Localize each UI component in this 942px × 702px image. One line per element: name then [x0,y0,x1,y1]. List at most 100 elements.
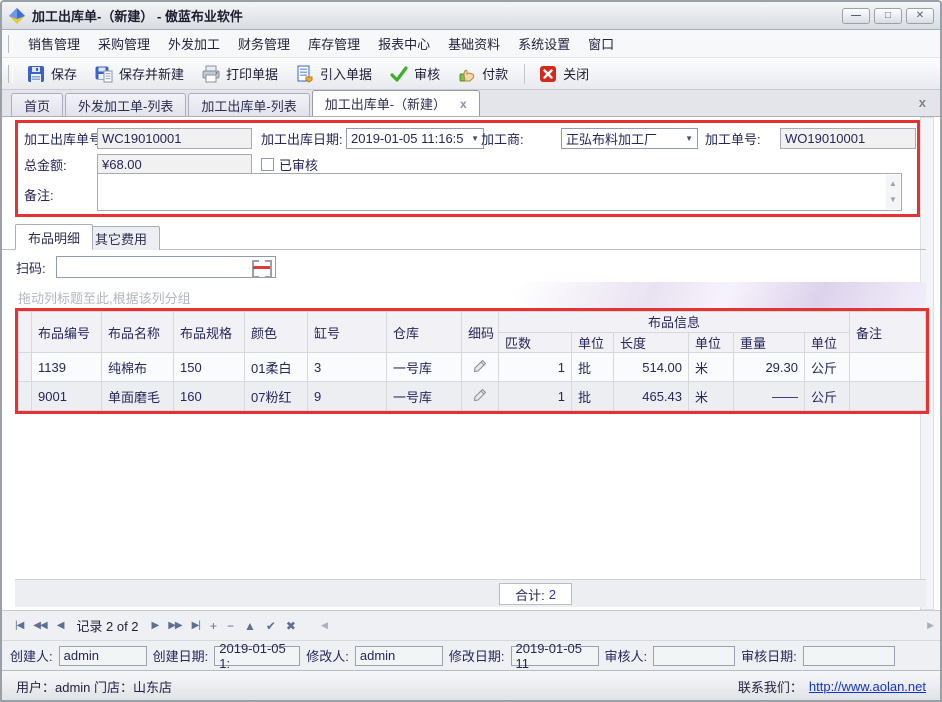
modify-date-field[interactable]: 2019-01-05 11 [511,646,599,666]
menu-basedata[interactable]: 基础资料 [439,30,509,57]
cell-code[interactable]: 9001 [32,382,102,411]
nav-next-icon[interactable]: ▶ [147,620,164,631]
nav-prev-page-icon[interactable]: ◀◀ [28,620,51,631]
audit-date-field[interactable] [803,646,895,666]
tab-close-icon[interactable]: x [460,97,467,111]
nav-edit-icon[interactable]: ▲ [239,619,261,633]
cell-weight-unit[interactable]: 公斤 [805,353,850,382]
cell-vat[interactable]: 3 [308,353,387,382]
tab-fabric-detail[interactable]: 布品明细 [15,224,93,250]
cell-warehouse[interactable]: 一号库 [387,382,462,411]
col-header-vat[interactable]: 缸号 [308,312,387,353]
col-header-spec[interactable]: 布品规格 [174,312,245,353]
col-header-pieces[interactable]: 匹数 [499,332,572,353]
nav-prev-icon[interactable]: ◀ [52,620,69,631]
cell-weight[interactable]: —— [734,382,805,411]
nav-first-icon[interactable]: |◀ [10,620,28,631]
menu-inventory[interactable]: 库存管理 [299,30,369,57]
create-date-field[interactable]: 2019-01-05 1: [214,646,300,666]
cell-color[interactable]: 01柔白 [245,353,308,382]
col-header-pieces-unit[interactable]: 单位 [572,332,614,353]
cell-spec[interactable]: 160 [174,382,245,411]
cell-color[interactable]: 07粉红 [245,382,308,411]
nav-append-icon[interactable]: + [205,619,222,633]
cell-pieces-unit[interactable]: 批 [572,382,614,411]
scroll-down-icon[interactable]: ▼ [886,191,900,209]
group-by-panel[interactable]: 拖动列标题至此,根据该列分组 [2,282,926,309]
nav-cancel-icon[interactable]: ✖ [281,619,301,633]
tab-outsourcing-list[interactable]: 外发加工单-列表 [65,93,186,116]
remarks-textarea[interactable]: ▲ ▼ [97,173,902,211]
col-group-header-fabric-info[interactable]: 布品信息 [499,312,850,333]
col-header-fine-code[interactable]: 细码 [462,312,499,353]
nav-confirm-icon[interactable]: ✔ [261,619,281,633]
import-button[interactable]: 引入单据 [288,61,382,86]
scroll-left-icon[interactable]: ◀ [321,620,328,631]
audited-checkbox[interactable] [261,158,274,171]
col-header-remark[interactable]: 备注 [850,312,926,353]
close-form-button[interactable]: 关闭 [531,61,599,86]
col-header-length[interactable]: 长度 [614,332,689,353]
tab-panel-close-icon[interactable]: x [919,95,926,110]
menu-sales[interactable]: 销售管理 [19,30,89,57]
cell-pieces[interactable]: 1 [499,382,572,411]
work-order-no-field[interactable]: WO19010001 [780,128,916,149]
processor-combobox[interactable]: 正弘布料加工厂 ▼ [561,128,698,149]
scan-input[interactable] [56,256,276,278]
nav-last-icon[interactable]: ▶| [187,620,205,631]
fine-code-edit-icon[interactable] [462,382,499,411]
cell-name[interactable]: 纯棉布 [102,353,174,382]
menu-reports[interactable]: 报表中心 [369,30,439,57]
menu-settings[interactable]: 系统设置 [509,30,579,57]
col-header-weight-unit[interactable]: 单位 [805,332,850,353]
col-header-warehouse[interactable]: 仓库 [387,312,462,353]
horizontal-scrollbar[interactable]: ◀ ▶ [315,618,940,634]
tab-other-fees[interactable]: 其它费用 [82,226,160,250]
minimize-button[interactable]: — [842,8,870,24]
col-header-color[interactable]: 颜色 [245,312,308,353]
cell-spec[interactable]: 150 [174,353,245,382]
menu-finance[interactable]: 财务管理 [229,30,299,57]
cell-length-unit[interactable]: 米 [689,353,734,382]
cell-name[interactable]: 单面磨毛 [102,382,174,411]
order-no-field[interactable]: WC19010001 [97,128,252,149]
cell-vat[interactable]: 9 [308,382,387,411]
total-amount-field[interactable]: ¥68.00 [97,154,252,175]
save-and-new-button[interactable]: 保存并新建 [87,61,194,86]
cell-warehouse[interactable]: 一号库 [387,353,462,382]
col-header-length-unit[interactable]: 单位 [689,332,734,353]
nav-next-page-icon[interactable]: ▶▶ [163,620,186,631]
cell-length[interactable]: 514.00 [614,353,689,382]
cell-pieces-unit[interactable]: 批 [572,353,614,382]
close-button[interactable]: ✕ [906,8,934,24]
save-button[interactable]: 保存 [19,61,87,86]
cell-length-unit[interactable]: 米 [689,382,734,411]
cell-code[interactable]: 1139 [32,353,102,382]
nav-delete-icon[interactable]: − [222,619,239,633]
table-row[interactable]: 9001 单面磨毛 160 07粉红 9 一号库 1 批 465.43 米 ——… [19,382,926,411]
maximize-button[interactable]: □ [874,8,902,24]
table-row[interactable]: 1139 纯棉布 150 01柔白 3 一号库 1 批 514.00 米 29.… [19,353,926,382]
cell-weight[interactable]: 29.30 [734,353,805,382]
creator-field[interactable]: admin [59,646,147,666]
tab-outbound-new[interactable]: 加工出库单-（新建） x [312,90,480,116]
cell-remark[interactable] [850,353,926,382]
scroll-right-icon[interactable]: ▶ [927,620,934,631]
cell-length[interactable]: 465.43 [614,382,689,411]
barcode-scan-icon[interactable] [252,260,272,274]
col-header-code[interactable]: 布品编号 [32,312,102,353]
col-header-name[interactable]: 布品名称 [102,312,174,353]
auditor-field[interactable] [653,646,735,666]
website-link[interactable]: http://www.aolan.net [809,679,926,694]
order-date-combobox[interactable]: 2019-01-05 11:16:5 ▼ [346,128,484,149]
fine-code-edit-icon[interactable] [462,353,499,382]
tab-home[interactable]: 首页 [11,93,63,116]
pay-button[interactable]: 付款 [450,61,518,86]
modifier-field[interactable]: admin [355,646,443,666]
menu-purchase[interactable]: 采购管理 [89,30,159,57]
menu-outsourcing[interactable]: 外发加工 [159,30,229,57]
print-button[interactable]: 打印单据 [194,61,288,86]
cell-remark[interactable] [850,382,926,411]
tab-outbound-list[interactable]: 加工出库单-列表 [188,93,309,116]
col-header-weight[interactable]: 重量 [734,332,805,353]
